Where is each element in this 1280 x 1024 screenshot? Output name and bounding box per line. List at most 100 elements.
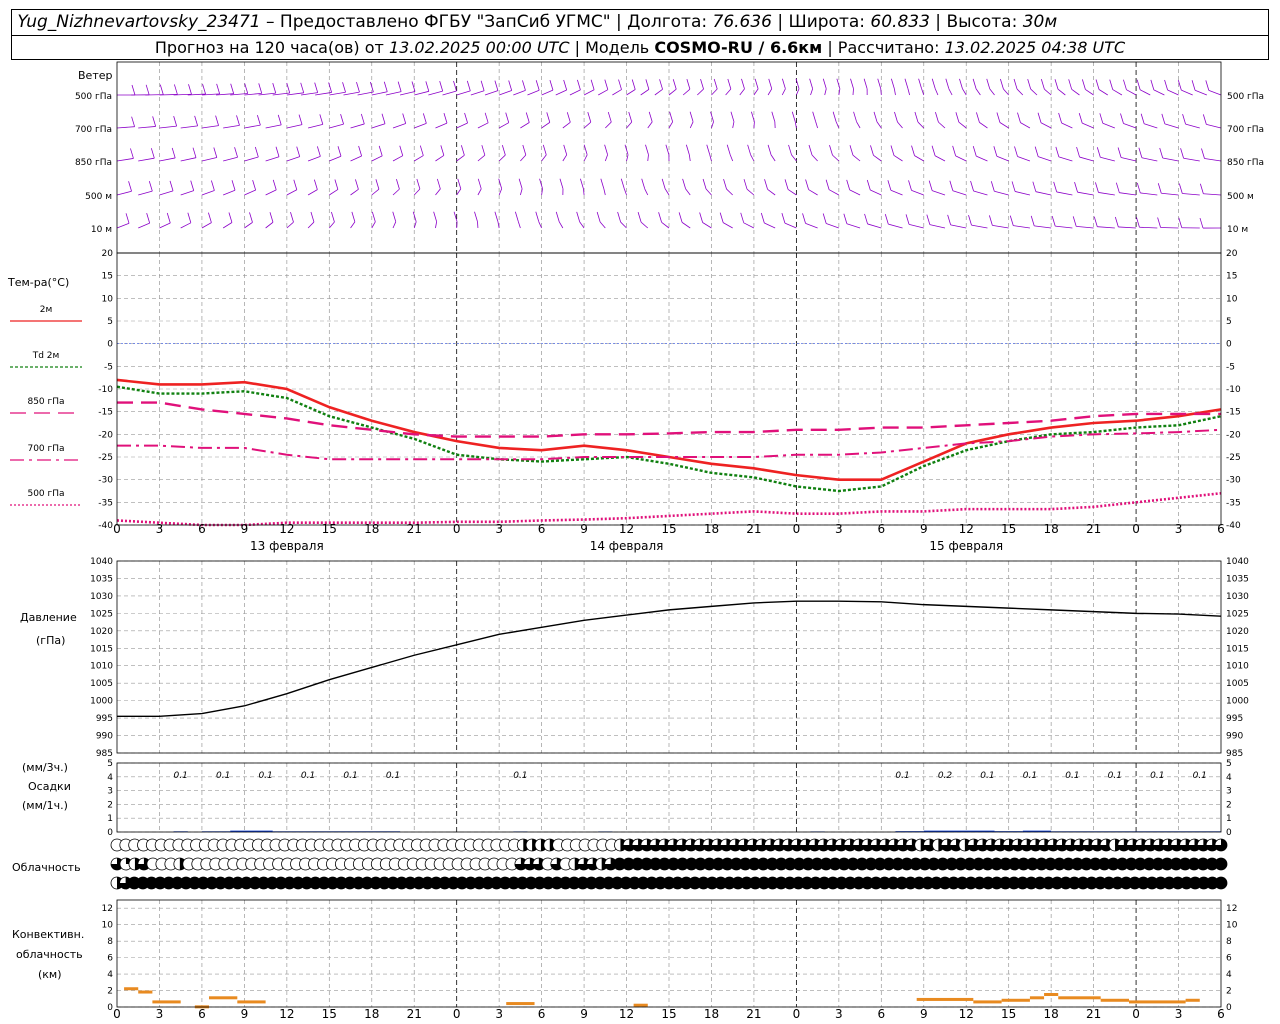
precip-unit-3h: (мм/3ч.) bbox=[22, 761, 68, 774]
wind-barb-shaft bbox=[849, 189, 861, 196]
wind-barb-feather bbox=[342, 82, 346, 93]
wind-barb-shaft bbox=[1056, 191, 1073, 196]
wind-barb-shaft bbox=[856, 121, 861, 129]
wind-barb-feather bbox=[1109, 79, 1114, 90]
wind-barb-feather bbox=[319, 114, 324, 125]
wind-barb-shaft bbox=[1034, 225, 1052, 229]
x-tick-label: 15 bbox=[1001, 522, 1016, 536]
wind-barb-shaft bbox=[1040, 122, 1052, 129]
wind-barb-feather bbox=[1034, 146, 1039, 157]
wind-barb-feather bbox=[1053, 181, 1058, 193]
wind-barb-feather bbox=[740, 212, 745, 223]
wind-barb-feather bbox=[252, 179, 257, 191]
wind-barb-shaft bbox=[350, 221, 356, 229]
wind-barb-shaft bbox=[810, 88, 814, 96]
wind-barb-feather bbox=[713, 78, 718, 90]
wind-barb-shaft bbox=[1035, 191, 1052, 196]
wind-barb-shaft bbox=[934, 88, 939, 96]
wind-barb-feather bbox=[849, 145, 854, 156]
wind-barb-feather bbox=[416, 178, 421, 190]
wind-barb-feather bbox=[914, 111, 919, 123]
wind-barb-shaft bbox=[767, 188, 776, 196]
y-tick-label-right: -10 bbox=[1226, 385, 1241, 395]
y-tick-label-right: -15 bbox=[1226, 408, 1241, 418]
wind-barb-feather bbox=[539, 178, 543, 189]
wind-barb-shaft bbox=[599, 221, 606, 229]
wind-barb-feather bbox=[968, 214, 972, 226]
wind-barb-feather bbox=[131, 116, 135, 127]
wind-barb-shaft bbox=[456, 90, 471, 96]
wind-barb-shaft bbox=[517, 221, 521, 229]
wind-barb-feather bbox=[146, 213, 151, 224]
wind-barb-shaft bbox=[527, 89, 540, 96]
wind-barb-shaft bbox=[932, 190, 946, 196]
wind-barb-shaft bbox=[180, 222, 192, 229]
wind-barb-feather bbox=[337, 146, 342, 157]
x-tick-label: 6 bbox=[538, 522, 546, 536]
wind-barb-shaft bbox=[1167, 89, 1179, 96]
wind-barb-shaft bbox=[371, 221, 376, 229]
wind-barb-shaft bbox=[1030, 88, 1038, 96]
wind-barb-shaft bbox=[470, 90, 485, 96]
wind-barb-shaft bbox=[138, 190, 153, 196]
y-tick-label-left: -15 bbox=[98, 408, 113, 418]
x-tick-label: 0 bbox=[113, 1007, 121, 1021]
y-tick-label-right: 995 bbox=[1226, 714, 1243, 724]
wind-barb-shaft bbox=[654, 88, 663, 96]
y-tick-label-left: 1030 bbox=[90, 592, 113, 602]
y-tick-label-right: 6 bbox=[1226, 954, 1232, 964]
x-tick-label: 6 bbox=[877, 1007, 885, 1021]
wind-barb-feather bbox=[310, 211, 315, 223]
wind-barb-feather bbox=[764, 179, 768, 190]
wind-barb-shaft bbox=[1208, 89, 1222, 96]
wind-barb-shaft bbox=[1058, 156, 1073, 162]
wind-barb-shaft bbox=[138, 126, 156, 129]
x-tick-label: 15 bbox=[661, 1007, 676, 1021]
wind-barb-shaft bbox=[1126, 89, 1137, 96]
wind-barb-shaft bbox=[1144, 123, 1158, 129]
wind-barb-feather bbox=[617, 211, 622, 223]
wind-barb-feather bbox=[300, 82, 305, 93]
wind-barb-shaft bbox=[562, 154, 568, 162]
wind-barb-shaft bbox=[329, 155, 342, 162]
y-tick-label-left: 1035 bbox=[90, 574, 113, 584]
y-tick-label-right: 1010 bbox=[1226, 662, 1249, 672]
x-tick-label: 3 bbox=[1175, 1007, 1183, 1021]
wind-barb-shaft bbox=[1161, 192, 1179, 196]
wind-barb-feather bbox=[641, 178, 646, 189]
wind-barb-feather bbox=[230, 83, 235, 94]
wind-barb-feather bbox=[604, 144, 608, 155]
wind-barb-shaft bbox=[201, 125, 219, 129]
wind-barb-shaft bbox=[897, 121, 903, 129]
wind-barb-shaft bbox=[955, 155, 967, 162]
wind-barb-shaft bbox=[725, 88, 732, 96]
wind-barb-feather bbox=[682, 178, 687, 190]
wind-barb-feather bbox=[935, 112, 939, 123]
wind-barb-shaft bbox=[888, 223, 903, 229]
conv-bar bbox=[1029, 996, 1045, 1000]
x-tick-label: 21 bbox=[746, 1007, 761, 1021]
precip-3h-label: 0.2 bbox=[938, 771, 953, 781]
y-tick-label-right: -25 bbox=[1226, 453, 1241, 463]
wind-barb-shaft bbox=[1139, 226, 1158, 229]
conv-unit: (км) bbox=[38, 968, 62, 981]
wind-barb-shaft bbox=[640, 89, 650, 96]
wind-barb-feather bbox=[918, 78, 922, 89]
wind-barb-shaft bbox=[1013, 225, 1030, 229]
wind-barb-shaft bbox=[668, 121, 673, 129]
x-tick-label: 12 bbox=[959, 522, 974, 536]
wind-barb-shaft bbox=[286, 156, 300, 162]
wind-barb-shaft bbox=[1014, 191, 1031, 196]
wind-barb-feather bbox=[443, 113, 448, 124]
wind-barb-feather bbox=[228, 212, 233, 223]
wind-barb-shaft bbox=[329, 221, 335, 229]
y-tick-label-right: 1040 bbox=[1226, 557, 1249, 567]
wind-barb-feather bbox=[730, 111, 735, 122]
wind-barb-shaft bbox=[867, 223, 882, 229]
wind-barb-shaft bbox=[787, 189, 797, 196]
wind-barb-feather bbox=[1078, 113, 1083, 124]
x-tick-label: 0 bbox=[1132, 522, 1140, 536]
wind-barb-feather bbox=[1096, 147, 1101, 158]
wind-barb-shaft bbox=[180, 190, 194, 196]
wind-barb-shaft bbox=[1061, 122, 1073, 129]
